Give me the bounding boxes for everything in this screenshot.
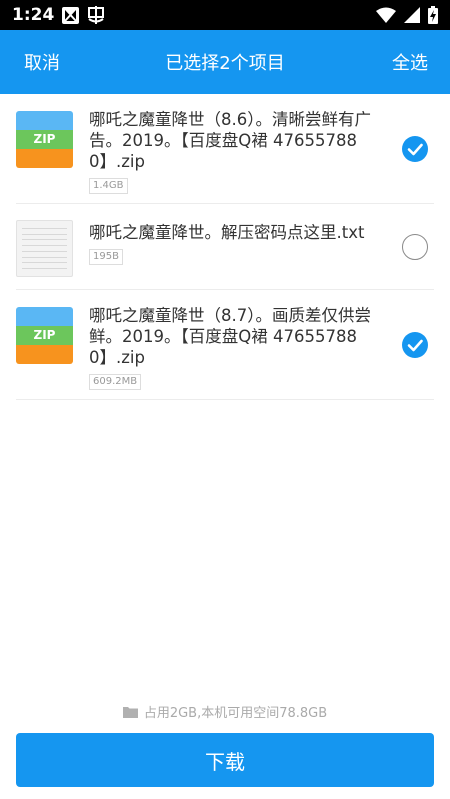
unchecked-checkbox[interactable] [402,234,428,260]
file-list: ZIP 哪吒之魔童降世（8.6）。清晰尝鲜有广告。2019。【百度盘Q裙 476… [0,94,450,400]
zip-file-icon: ZIP [16,307,73,364]
file-item[interactable]: 哪吒之魔童降世。解压密码点这里.txt 195B [16,204,434,290]
file-item[interactable]: ZIP 哪吒之魔童降世（8.6）。清晰尝鲜有广告。2019。【百度盘Q裙 476… [16,94,434,204]
storage-info: 占用2GB,本机可用空间78.8GB [0,702,450,721]
status-bar: 1:24 [0,0,450,30]
select-all-button[interactable]: 全选 [392,49,428,75]
file-name: 哪吒之魔童降世（8.7）。画质差仅供尝鲜。2019。【百度盘Q裙 4765578… [89,306,371,367]
checked-checkbox[interactable] [402,136,428,162]
file-name: 哪吒之魔童降世（8.6）。清晰尝鲜有广告。2019。【百度盘Q裙 4765578… [89,110,371,171]
storage-text: 占用2GB,本机可用空间78.8GB [143,706,328,721]
zip-icon-label: ZIP [16,130,73,149]
signal-icon [404,7,420,23]
status-time: 1:24 [12,5,55,25]
cancel-button[interactable]: 取消 [24,49,60,75]
page-title: 已选择2个项目 [165,53,285,74]
checkmark-icon [407,143,423,156]
zip-icon-label: ZIP [16,326,73,345]
download-button[interactable]: 下载 [16,733,434,787]
checkmark-icon [407,339,423,352]
file-size-badge: 1.4GB [89,178,128,194]
battery-charging-icon [428,6,438,24]
folder-icon [122,706,138,718]
notification-app-icon [62,6,80,24]
file-size-badge: 609.2MB [89,374,142,390]
file-item[interactable]: ZIP 哪吒之魔童降世（8.7）。画质差仅供尝鲜。2019。【百度盘Q裙 476… [16,290,434,400]
file-name: 哪吒之魔童降世。解压密码点这里.txt [89,223,365,242]
selection-header: 取消 已选择2个项目 全选 [0,30,450,94]
file-size-badge: 195B [89,249,123,265]
checked-checkbox[interactable] [402,332,428,358]
bug-icon [88,6,105,24]
status-right-icons [376,6,438,24]
txt-file-icon [16,220,73,277]
status-left-icons [62,6,105,24]
zip-file-icon: ZIP [16,111,73,168]
wifi-icon [376,7,396,23]
